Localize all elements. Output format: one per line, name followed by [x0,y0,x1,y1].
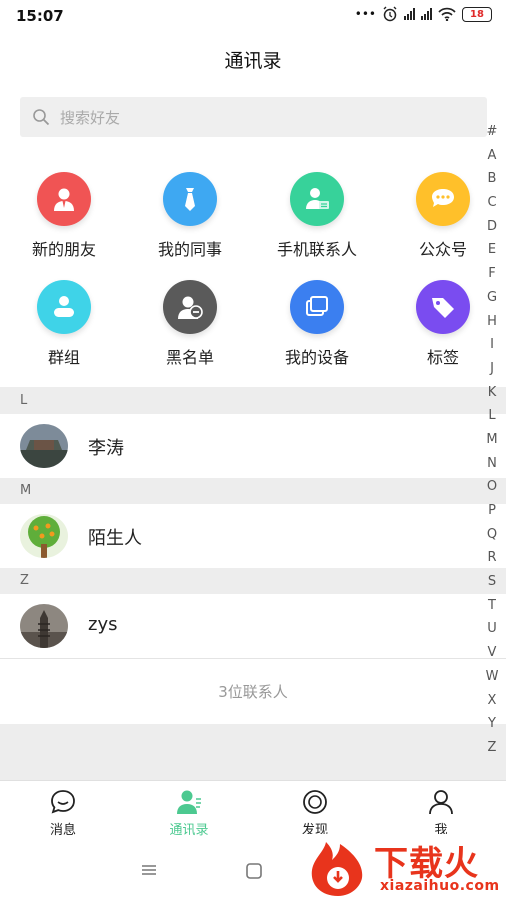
entry-label: 手机联系人 [276,240,357,259]
alphabet-index-letter[interactable]: R [484,546,500,570]
avatar [20,604,68,648]
blocked-user-icon [163,280,217,334]
profile-icon [429,790,453,815]
contact-row[interactable]: 陌生人 [0,504,506,568]
tab-messages[interactable]: 消息 [0,787,126,838]
alarm-icon [383,6,397,22]
alphabet-index-letter[interactable]: A [484,144,500,168]
entry-groups[interactable]: 群组 [4,280,124,368]
alphabet-index-letter[interactable]: L [484,404,500,428]
signal-hd-icon [421,8,432,20]
alphabet-index-letter[interactable]: U [484,617,500,641]
entry-label: 群组 [47,348,80,367]
battery-icon: 18 [462,6,492,22]
contact-name: 陌生人 [88,528,142,549]
alphabet-index-letter[interactable]: O [484,475,500,499]
alphabet-index-letter[interactable]: H [484,310,500,334]
menu-icon[interactable] [140,862,158,878]
status-bar: 15:07 ••• 18 [0,0,506,32]
alphabet-index-letter[interactable]: Q [484,523,500,547]
contact-name: zys [88,614,118,635]
alphabet-index-letter[interactable]: I [484,333,500,357]
alphabet-index-letter[interactable]: P [484,499,500,523]
page-title: 通讯录 [224,50,282,72]
flame-logo-icon [311,842,363,896]
status-icons: ••• 18 [355,6,492,22]
group-icon [37,280,91,334]
alphabet-index-letter[interactable]: J [484,357,500,381]
discover-icon [303,790,327,814]
title-bar: 通讯录 [0,32,506,90]
avatar [20,424,68,468]
watermark-url: xiazaihuo.com [380,878,500,894]
tab-contacts[interactable]: 通讯录 [126,787,252,838]
alphabet-index-letter[interactable]: B [484,167,500,191]
entry-new-friends[interactable]: 新的朋友 [4,172,124,260]
alphabet-index-letter[interactable]: # [484,120,500,144]
tab-discover[interactable]: 发现 [252,787,378,838]
tab-label: 消息 [49,823,76,838]
search-input[interactable]: 搜索好友 [20,97,487,137]
alphabet-index-letter[interactable]: M [484,428,500,452]
new-friend-icon [37,172,91,226]
alphabet-index-letter[interactable]: T [484,594,500,618]
alphabet-index[interactable]: # A B C D E F G H I J K L M N O P Q R S T U V W X Y Z [484,120,500,760]
contacts-icon [177,790,201,814]
contact-row[interactable]: 李涛 [0,414,506,478]
signal-icon [404,8,415,20]
alphabet-index-letter[interactable]: S [484,570,500,594]
alphabet-index-letter[interactable]: F [484,262,500,286]
tab-me[interactable]: 我 [378,787,504,838]
alphabet-index-letter[interactable]: V [484,641,500,665]
quick-entry-grid: 新的朋友 我的同事 手机联系人 公众号 群组 黑名单 我的设备 标签 [0,150,506,387]
device-icon [290,280,344,334]
entry-label: 新的朋友 [31,240,96,259]
section-header-M: M [0,478,506,504]
bottom-tab-bar: 消息 通讯录 发现 我 [0,780,506,842]
contact-row[interactable]: zys [0,594,506,658]
entry-phone-contacts[interactable]: 手机联系人 [257,172,377,260]
search-area: 搜索好友 [0,90,506,150]
search-placeholder: 搜索好友 [60,108,121,127]
status-time: 15:07 [16,7,64,25]
alphabet-index-letter[interactable]: W [484,665,500,689]
wifi-icon [438,7,456,21]
entry-label: 我的同事 [157,240,222,259]
phone-contact-icon [290,172,344,226]
tab-label: 通讯录 [169,823,209,838]
contact-name: 李涛 [88,438,124,459]
home-square-icon[interactable] [245,862,263,880]
alphabet-index-letter[interactable]: X [484,689,500,713]
chat-bubble-icon [416,172,470,226]
entry-label: 黑名单 [165,348,214,367]
tie-icon [163,172,217,226]
alphabet-index-letter[interactable]: E [484,238,500,262]
watermark-logo: 下载火 xiazaihuo.com [300,834,506,900]
entry-label: 我的设备 [284,348,349,367]
entry-blacklist[interactable]: 黑名单 [130,280,250,368]
search-icon [33,109,50,126]
section-header-Z: Z [0,568,506,594]
message-icon [51,790,75,814]
tag-icon [416,280,470,334]
alphabet-index-letter[interactable]: G [484,286,500,310]
alphabet-index-letter[interactable]: K [484,381,500,405]
more-dots-icon: ••• [354,7,376,21]
section-header-L: L [0,388,506,414]
alphabet-index-letter[interactable]: N [484,452,500,476]
alphabet-index-letter[interactable]: D [484,215,500,239]
alphabet-index-letter[interactable]: Y [484,712,500,736]
avatar [20,514,68,558]
entry-my-devices[interactable]: 我的设备 [257,280,377,368]
alphabet-index-letter[interactable]: Z [484,736,500,760]
alphabet-index-letter[interactable]: C [484,191,500,215]
contact-count: 3位联系人 [0,658,506,724]
entry-colleagues[interactable]: 我的同事 [130,172,250,260]
